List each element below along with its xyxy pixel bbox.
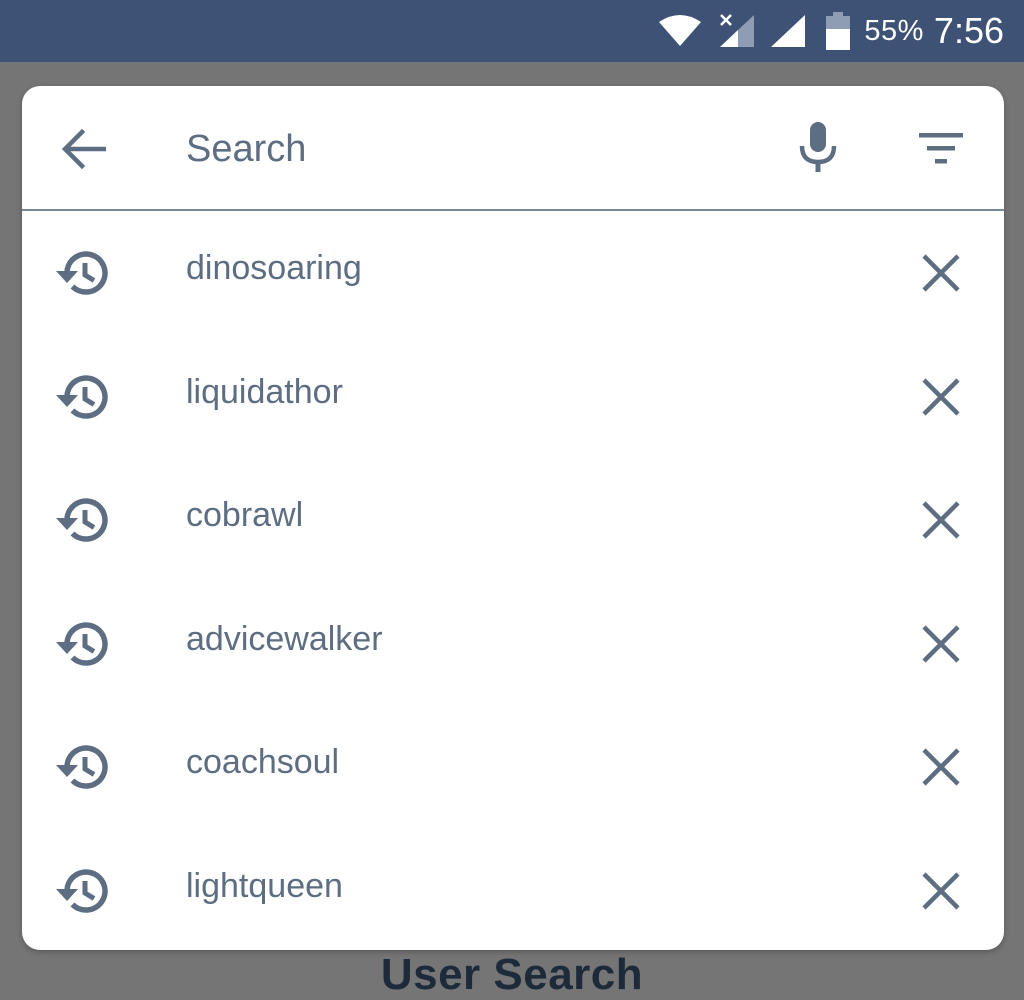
close-icon [922, 624, 960, 663]
remove-history-button[interactable] [909, 612, 973, 676]
history-item[interactable]: lightqueen [22, 829, 1004, 951]
history-item-label: liquidathor [186, 372, 343, 411]
search-history-list: dinosoaring liquidathor cobrawl advicewa… [22, 211, 1004, 950]
close-icon [922, 501, 960, 539]
close-icon [922, 748, 960, 786]
arrow-back-icon [62, 129, 106, 169]
search-card: dinosoaring liquidathor [22, 86, 1004, 950]
status-bar: 55% 7:56 [0, 0, 1024, 62]
history-item-label: dinosoaring [186, 249, 362, 287]
search-input[interactable] [186, 122, 746, 176]
close-icon [922, 871, 960, 910]
voice-search-button[interactable] [786, 115, 850, 179]
history-item-label: lightqueen [186, 866, 343, 905]
battery-percent: 55% [864, 14, 924, 47]
history-item-label: cobrawl [186, 496, 304, 534]
history-icon [56, 374, 108, 419]
status-icons: 55% 7:56 [658, 0, 1004, 62]
close-icon [922, 254, 960, 292]
history-icon [56, 251, 108, 295]
back-button[interactable] [52, 117, 116, 181]
history-item-label: coachsoul [186, 743, 340, 781]
background-heading: User Search [380, 950, 644, 999]
signal-sim2-icon [770, 14, 806, 48]
history-item[interactable]: cobrawl [22, 458, 1004, 582]
remove-history-button[interactable] [909, 859, 973, 923]
remove-history-button[interactable] [909, 488, 973, 552]
history-item[interactable]: coachsoul [22, 705, 1004, 829]
battery-icon [826, 12, 851, 50]
remove-history-button[interactable] [909, 365, 973, 429]
search-header [22, 86, 1004, 211]
filter-icon [919, 133, 963, 164]
history-icon [56, 745, 108, 789]
filter-button[interactable] [909, 117, 973, 181]
signal-sim1-no-service-icon [718, 13, 756, 49]
history-item-label: advicewalker [186, 619, 383, 658]
history-icon [56, 498, 108, 542]
close-icon [922, 377, 960, 416]
clock: 7:56 [933, 10, 1004, 51]
history-item[interactable]: liquidathor [22, 335, 1004, 459]
history-item[interactable]: advicewalker [22, 582, 1004, 706]
microphone-icon [799, 122, 837, 172]
history-item[interactable]: dinosoaring [22, 211, 1004, 335]
history-icon [56, 621, 108, 666]
remove-history-button[interactable] [909, 735, 973, 799]
remove-history-button[interactable] [909, 241, 973, 305]
history-icon [56, 868, 108, 913]
wifi-icon [658, 14, 702, 48]
